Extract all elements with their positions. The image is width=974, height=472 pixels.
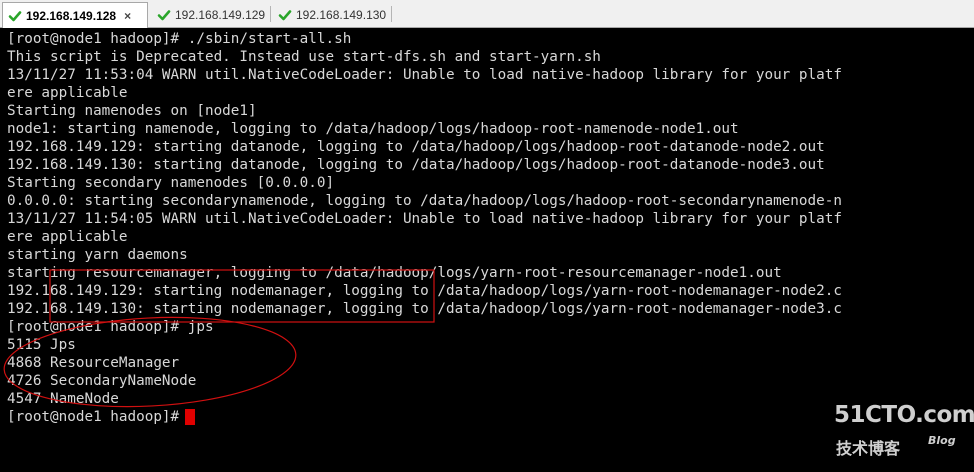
connected-check-icon xyxy=(8,11,22,22)
watermark-blog-tag: Blog xyxy=(928,434,956,447)
terminal-line: 192.168.149.129: starting datanode, logg… xyxy=(7,139,825,155)
terminal-line: 4547 NameNode xyxy=(7,391,119,407)
connected-check-icon xyxy=(278,9,292,20)
tab-label: 192.168.149.129 xyxy=(175,7,266,22)
terminal-line: 4868 ResourceManager xyxy=(7,355,180,371)
terminal-line: 192.168.149.129: starting nodemanager, l… xyxy=(7,283,842,299)
tab-label: 192.168.149.128 xyxy=(26,9,117,23)
close-tab-icon[interactable]: × xyxy=(124,9,131,23)
terminal-line: 13/11/27 11:53:04 WARN util.NativeCodeLo… xyxy=(7,67,842,83)
shell-prompt: [root@node1 hadoop]# xyxy=(7,409,180,425)
terminal-line: 0.0.0.0: starting secondarynamenode, log… xyxy=(7,193,842,209)
watermark-subtitle: 技术博客 xyxy=(836,439,901,458)
tab-divider xyxy=(270,6,271,22)
command-prompt-row[interactable]: [root@node1 hadoop]# xyxy=(7,408,196,426)
connected-check-icon xyxy=(157,9,171,20)
terminal-line: starting yarn daemons xyxy=(7,247,188,263)
tab-session-129[interactable]: 192.168.149.129 xyxy=(152,2,270,27)
terminal-line: 4726 SecondaryNameNode xyxy=(7,373,197,389)
terminal-line: starting resourcemanager, logging to /da… xyxy=(7,265,782,281)
terminal-line: [root@node1 hadoop]# jps xyxy=(7,319,214,335)
site-watermark: 51CTO.com 技术博客 Blog xyxy=(834,402,974,462)
session-tab-bar: 192.168.149.128 × 192.168.149.129 192.16… xyxy=(0,0,974,29)
terminal-line: Starting namenodes on [node1] xyxy=(7,103,257,119)
tab-divider xyxy=(391,6,392,22)
terminal-line: This script is Deprecated. Instead use s… xyxy=(7,49,601,65)
terminal-line: 5115 Jps xyxy=(7,337,76,353)
terminal-output: [root@node1 hadoop]# ./sbin/start-all.sh… xyxy=(7,30,842,408)
terminal-line: 192.168.149.130: starting nodemanager, l… xyxy=(7,301,842,317)
terminal-line: ere applicable xyxy=(7,85,128,101)
terminal-line: ere applicable xyxy=(7,229,128,245)
terminal-line: node1: starting namenode, logging to /da… xyxy=(7,121,739,137)
tab-session-128[interactable]: 192.168.149.128 × xyxy=(2,2,148,29)
terminal-line: 13/11/27 11:54:05 WARN util.NativeCodeLo… xyxy=(7,211,842,227)
tab-session-130[interactable]: 192.168.149.130 xyxy=(273,2,391,27)
terminal-line: Starting secondary namenodes [0.0.0.0] xyxy=(7,175,335,191)
terminal-screen[interactable]: [root@node1 hadoop]# ./sbin/start-all.sh… xyxy=(0,28,974,472)
text-cursor xyxy=(185,409,196,425)
terminal-line: 192.168.149.130: starting datanode, logg… xyxy=(7,157,825,173)
tab-label: 192.168.149.130 xyxy=(296,7,387,22)
watermark-logo-text: 51CTO.com xyxy=(834,402,974,428)
terminal-line: [root@node1 hadoop]# ./sbin/start-all.sh xyxy=(7,31,352,47)
